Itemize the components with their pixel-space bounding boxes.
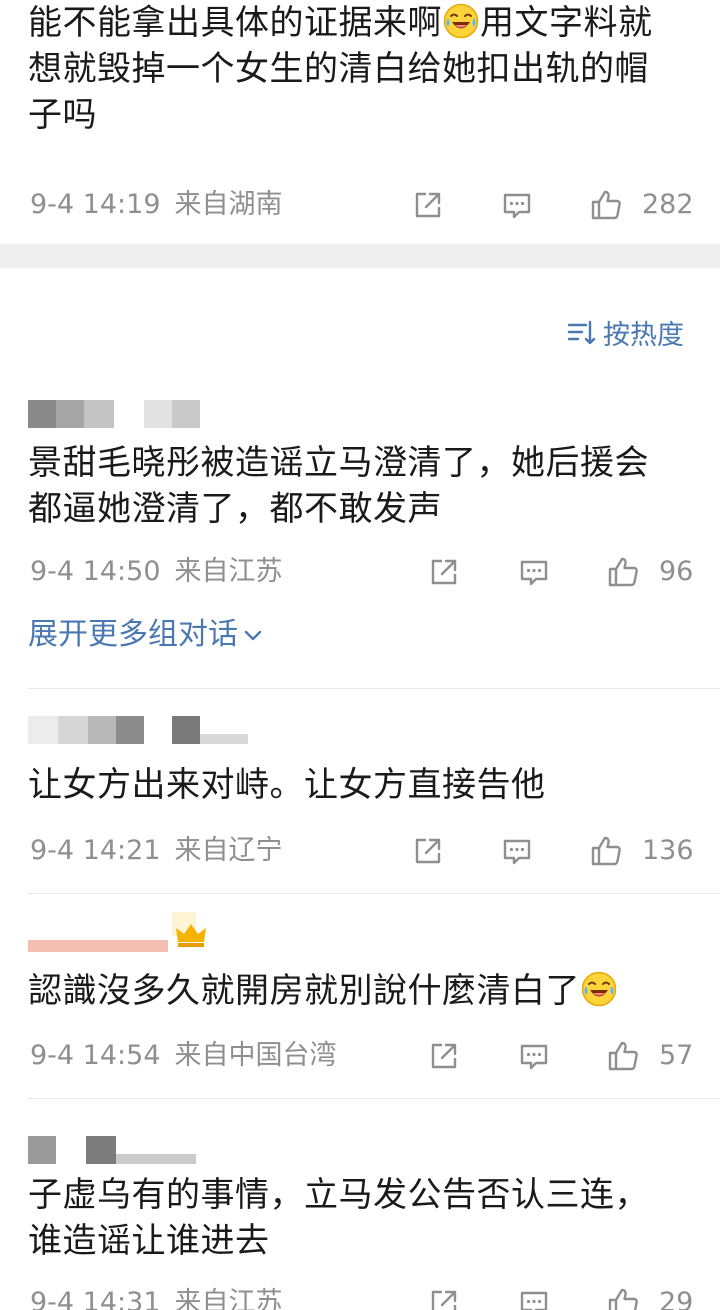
comment-text-line1: 子虚乌有的事情，立马发公告否认三连， (28, 1175, 649, 1215)
comment-location: 来自湖南 (174, 189, 283, 220)
expand-conversation-link[interactable]: 展开更多组对话 (28, 612, 264, 658)
share-icon[interactable] (428, 1287, 460, 1310)
username-redacted[interactable] (28, 1136, 198, 1164)
comment-meta: 9-4 14:50 来自江苏 96 (0, 547, 720, 597)
share-icon[interactable] (428, 1040, 460, 1072)
username-redacted[interactable] (28, 400, 208, 428)
divider (28, 893, 720, 894)
chevron-down-icon (244, 630, 262, 641)
comment-icon[interactable] (518, 1040, 550, 1072)
comment-text-line1: 認識沒多久就開房就別說什麼清白了 (28, 971, 580, 1011)
top-comment-text-line2: 想就毁掉一个女生的清白给她扣出轨的帽 (28, 49, 649, 89)
like-icon[interactable] (590, 835, 622, 867)
sort-by-hot-button[interactable]: 按热度 (567, 310, 684, 354)
laugh-cry-icon (443, 3, 479, 39)
like-icon[interactable] (607, 556, 639, 588)
share-icon[interactable] (412, 835, 444, 867)
sort-label: 按热度 (603, 319, 684, 351)
like-icon[interactable] (607, 1040, 639, 1072)
comment-location: 来自江苏 (174, 556, 283, 587)
username-redacted[interactable] (28, 926, 168, 954)
laugh-cry-icon (581, 971, 617, 1007)
comment-text: 子虚乌有的事情，立马发公告否认三连， 谁造谣让谁进去 (28, 1172, 696, 1264)
sort-icon (567, 320, 596, 345)
like-count: 136 (642, 835, 694, 866)
top-comment-text-line3: 子吗 (28, 95, 97, 135)
comment-time: 9-4 14:31 (30, 1287, 161, 1310)
comment-time: 9-4 14:50 (30, 556, 161, 587)
top-comment-text-part2: 用文字料就 (480, 3, 653, 43)
comment-text-line1: 让女方出来对峙。让女方直接告他 (28, 765, 546, 805)
comment-meta: 9-4 14:21 来自辽宁 136 (0, 826, 720, 876)
comment-text-line2: 都逼她澄清了，都不敢发声 (28, 489, 442, 529)
comment-text: 景甜毛晓彤被造谣立马澄清了，她后援会 都逼她澄清了，都不敢发声 (28, 440, 696, 532)
comment-text-line1: 景甜毛晓彤被造谣立马澄清了，她后援会 (28, 443, 649, 483)
comment-location: 来自江苏 (174, 1287, 283, 1310)
share-icon[interactable] (428, 556, 460, 588)
top-comment-text: 能不能拿出具体的证据来啊 用文字料就 想就毁掉一个女生的清白给她扣出轨的帽 子吗 (28, 0, 696, 138)
like-count: 96 (659, 556, 694, 587)
comment-time: 9-4 14:19 (30, 189, 161, 220)
like-count: 29 (659, 1287, 694, 1310)
vip-crown-icon (172, 912, 206, 947)
comment-text: 让女方出来对峙。让女方直接告他 (28, 762, 696, 808)
comment-meta: 9-4 14:54 来自中国台湾 57 (0, 1031, 720, 1081)
like-count: 57 (659, 1040, 694, 1071)
comment-icon[interactable] (518, 1287, 550, 1310)
like-count: 282 (642, 189, 694, 220)
share-icon[interactable] (412, 189, 444, 221)
section-separator (0, 244, 720, 268)
like-icon[interactable] (607, 1287, 639, 1310)
comment-time: 9-4 14:21 (30, 835, 161, 866)
comment-location: 来自中国台湾 (174, 1040, 337, 1071)
divider (28, 688, 720, 689)
divider (28, 1098, 720, 1099)
comment-icon[interactable] (501, 189, 533, 221)
comment-icon[interactable] (501, 835, 533, 867)
comment-text-line2: 谁造谣让谁进去 (28, 1221, 270, 1261)
comment-meta: 9-4 14:31 来自江苏 29 (0, 1278, 720, 1310)
comment-location: 来自辽宁 (174, 835, 283, 866)
username-redacted[interactable] (28, 716, 248, 744)
top-comment-meta: 9-4 14:19 来自湖南 282 (0, 180, 720, 230)
expand-label: 展开更多组对话 (28, 617, 238, 652)
like-icon[interactable] (590, 189, 622, 221)
top-comment-text-part1: 能不能拿出具体的证据来啊 (28, 3, 442, 43)
comment-text: 認識沒多久就開房就別說什麼清白了 (28, 968, 696, 1014)
comment-time: 9-4 14:54 (30, 1040, 161, 1071)
comment-icon[interactable] (518, 556, 550, 588)
